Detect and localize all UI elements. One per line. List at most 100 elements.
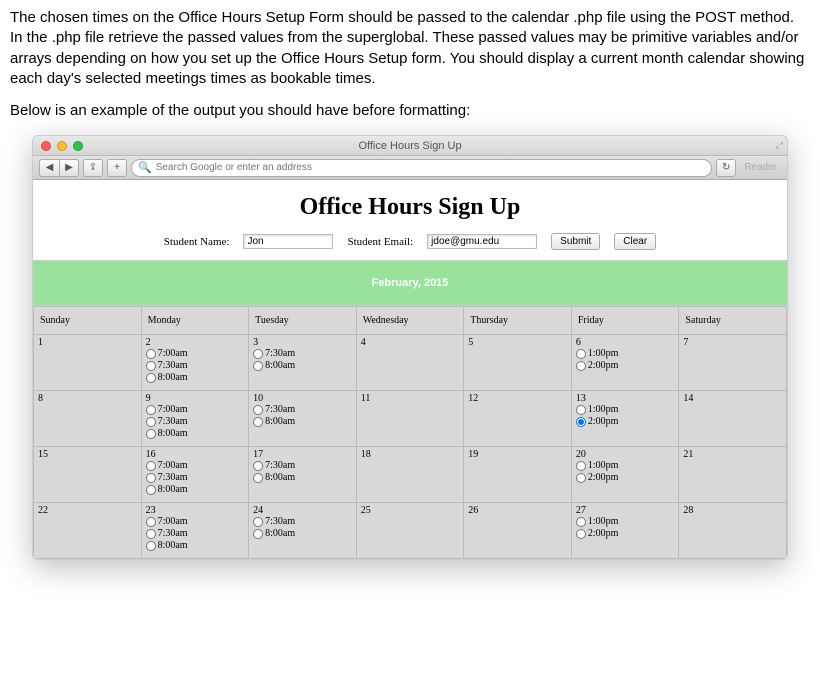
student-name-input[interactable] xyxy=(243,234,333,249)
calendar-cell: 177:30am8:00am xyxy=(249,447,357,503)
time-slot-radio[interactable] xyxy=(253,529,263,539)
time-slot-radio[interactable] xyxy=(146,429,156,439)
time-slot-radio[interactable] xyxy=(146,517,156,527)
time-slot: 7:30am xyxy=(146,416,245,428)
day-number: 5 xyxy=(468,337,567,348)
search-icon: 🔍 xyxy=(138,161,152,174)
time-slot-radio[interactable] xyxy=(146,461,156,471)
time-slot-label: 7:30am xyxy=(265,404,295,416)
month-header: February, 2015 xyxy=(33,260,787,306)
calendar-cell: 5 xyxy=(464,335,572,391)
time-slot: 7:30am xyxy=(253,516,352,528)
time-slot-radio[interactable] xyxy=(146,349,156,359)
time-slot: 8:00am xyxy=(253,360,352,372)
calendar-cell: 37:30am8:00am xyxy=(249,335,357,391)
time-slot: 1:00pm xyxy=(576,404,675,416)
calendar-table: SundayMondayTuesdayWednesdayThursdayFrid… xyxy=(33,306,787,559)
time-slot-radio[interactable] xyxy=(253,417,263,427)
weekday-header: Thursday xyxy=(464,307,572,335)
browser-toolbar: ◀ ▶ ⇪ + 🔍 ↻ Reader xyxy=(33,156,787,180)
time-slot: 8:00am xyxy=(146,484,245,496)
calendar-cell: 107:30am8:00am xyxy=(249,391,357,447)
day-number: 4 xyxy=(361,337,460,348)
time-slot-radio[interactable] xyxy=(576,473,586,483)
back-button[interactable]: ◀ xyxy=(39,159,59,177)
day-number: 18 xyxy=(361,449,460,460)
calendar-cell: 21 xyxy=(679,447,787,503)
time-slot: 8:00am xyxy=(253,528,352,540)
time-slot-label: 7:00am xyxy=(158,516,188,528)
time-slot: 8:00am xyxy=(146,372,245,384)
calendar-cell: 131:00pm2:00pm xyxy=(571,391,679,447)
day-number: 24 xyxy=(253,505,352,516)
weekday-header: Saturday xyxy=(679,307,787,335)
time-slot-label: 8:00am xyxy=(265,416,295,428)
day-number: 1 xyxy=(38,337,137,348)
day-number: 6 xyxy=(576,337,675,348)
day-number: 11 xyxy=(361,393,460,404)
address-bar[interactable]: 🔍 xyxy=(131,159,712,177)
reader-button[interactable]: Reader xyxy=(740,162,781,173)
calendar-cell: 15 xyxy=(34,447,142,503)
time-slot-radio[interactable] xyxy=(146,541,156,551)
share-button[interactable]: ⇪ xyxy=(83,159,103,177)
forward-button[interactable]: ▶ xyxy=(59,159,79,177)
instruction-text: The chosen times on the Office Hours Set… xyxy=(10,8,810,121)
student-email-input[interactable] xyxy=(427,234,537,249)
time-slot-label: 7:30am xyxy=(265,516,295,528)
time-slot-radio[interactable] xyxy=(253,405,263,415)
time-slot-label: 8:00am xyxy=(265,472,295,484)
time-slot: 8:00am xyxy=(146,428,245,440)
reload-button[interactable]: ↻ xyxy=(716,159,736,177)
time-slot-radio[interactable] xyxy=(253,517,263,527)
weekday-header: Tuesday xyxy=(249,307,357,335)
time-slot-label: 8:00am xyxy=(158,372,188,384)
time-slot-radio[interactable] xyxy=(576,349,586,359)
time-slot-radio[interactable] xyxy=(146,529,156,539)
calendar-cell: 1 xyxy=(34,335,142,391)
time-slot-radio[interactable] xyxy=(146,361,156,371)
day-number: 9 xyxy=(146,393,245,404)
time-slot-radio[interactable] xyxy=(576,461,586,471)
time-slot: 1:00pm xyxy=(576,516,675,528)
calendar-cell: 167:00am7:30am8:00am xyxy=(141,447,249,503)
clear-button[interactable]: Clear xyxy=(614,233,656,250)
time-slot-radio[interactable] xyxy=(253,473,263,483)
time-slot-radio[interactable] xyxy=(576,517,586,527)
day-number: 10 xyxy=(253,393,352,404)
time-slot-radio[interactable] xyxy=(253,361,263,371)
add-tab-button[interactable]: + xyxy=(107,159,127,177)
time-slot-label: 1:00pm xyxy=(588,348,619,360)
time-slot-radio[interactable] xyxy=(146,473,156,483)
fullscreen-icon[interactable]: ⤢ xyxy=(776,140,783,151)
time-slot: 2:00pm xyxy=(576,528,675,540)
time-slot-radio[interactable] xyxy=(576,361,586,371)
address-input[interactable] xyxy=(156,162,705,173)
time-slot-radio[interactable] xyxy=(576,405,586,415)
calendar-cell: 11 xyxy=(356,391,464,447)
submit-button[interactable]: Submit xyxy=(551,233,600,250)
time-slot-radio[interactable] xyxy=(576,417,586,427)
time-slot-radio[interactable] xyxy=(146,417,156,427)
time-slot-radio[interactable] xyxy=(146,405,156,415)
time-slot-radio[interactable] xyxy=(146,485,156,495)
time-slot-radio[interactable] xyxy=(253,349,263,359)
calendar-cell: 19 xyxy=(464,447,572,503)
day-number: 26 xyxy=(468,505,567,516)
time-slot-radio[interactable] xyxy=(146,373,156,383)
calendar-cell: 97:00am7:30am8:00am xyxy=(141,391,249,447)
time-slot: 7:30am xyxy=(253,348,352,360)
day-number: 16 xyxy=(146,449,245,460)
calendar-cell: 4 xyxy=(356,335,464,391)
time-slot-label: 1:00pm xyxy=(588,460,619,472)
time-slot: 7:30am xyxy=(146,528,245,540)
time-slot-label: 8:00am xyxy=(265,528,295,540)
signup-form: Student Name: Student Email: Submit Clea… xyxy=(33,233,787,260)
time-slot-label: 7:30am xyxy=(158,528,188,540)
time-slot-label: 7:30am xyxy=(158,472,188,484)
time-slot-radio[interactable] xyxy=(253,461,263,471)
calendar-cell: 8 xyxy=(34,391,142,447)
time-slot: 7:30am xyxy=(253,404,352,416)
weekday-header: Monday xyxy=(141,307,249,335)
time-slot-radio[interactable] xyxy=(576,529,586,539)
